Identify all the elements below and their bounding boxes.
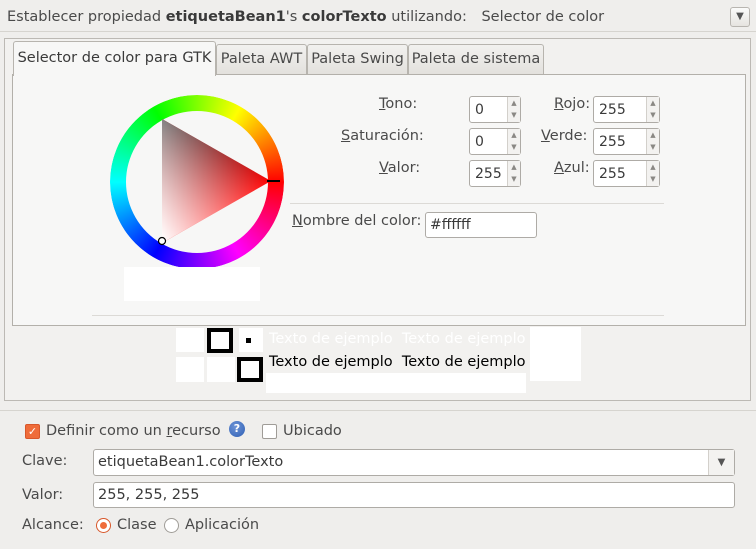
scope-class-label[interactable]: Clase [117, 517, 157, 533]
spin-down-icon[interactable]: ▼ [508, 141, 520, 153]
sample-swatch [239, 328, 263, 352]
spin-down-icon[interactable]: ▼ [647, 173, 659, 185]
spin-up-icon[interactable]: ▲ [647, 97, 659, 109]
value-spinner[interactable]: ▲▼ [469, 160, 521, 187]
divider [0, 410, 756, 411]
spin-up-icon[interactable]: ▲ [508, 97, 520, 109]
color-name-input[interactable] [425, 212, 537, 238]
green-spinner[interactable]: ▲▼ [593, 128, 660, 155]
hue-input[interactable] [470, 97, 508, 122]
resource-value-input[interactable] [93, 482, 735, 508]
hue-label: Tono: [379, 96, 418, 112]
tab-swing-palette[interactable]: Paleta Swing [307, 44, 408, 74]
tab-awt-palette[interactable]: Paleta AWT [216, 44, 307, 74]
red-spinner[interactable]: ▲▼ [593, 96, 660, 123]
blue-input[interactable] [594, 161, 646, 186]
spin-down-icon[interactable]: ▼ [508, 109, 520, 121]
tab-system-palette[interactable]: Paleta de sistema [408, 44, 544, 74]
spin-down-icon[interactable]: ▼ [647, 109, 659, 121]
property-name: colorTexto [301, 9, 387, 25]
sample-text-light: Texto de ejemplo Texto de ejemplo [269, 331, 526, 347]
spin-up-icon[interactable]: ▲ [647, 129, 659, 141]
spin-up-icon[interactable]: ▲ [647, 161, 659, 173]
divider [0, 31, 756, 32]
sample-swatch-large [530, 327, 581, 381]
blue-spinner[interactable]: ▲▼ [593, 160, 660, 187]
color-selector-handle [157, 236, 167, 246]
help-icon[interactable]: ? [229, 421, 245, 437]
sample-swatch [207, 357, 235, 382]
header-possessive: 's [285, 9, 298, 25]
tab-gtk-color-chooser[interactable]: Selector de color para GTK [13, 41, 216, 76]
spin-down-icon[interactable]: ▼ [508, 173, 520, 185]
located-label[interactable]: Ubicado [283, 423, 342, 439]
scope-application-radio[interactable] [164, 518, 179, 533]
header-title: Establecer propiedad etiquetaBean1's col… [7, 9, 604, 25]
scope-class-radio[interactable] [96, 518, 111, 533]
value-field-label: Valor: [22, 487, 64, 503]
key-label: Clave: [22, 453, 68, 469]
saturation-label: Saturación: [341, 128, 424, 144]
hue-spinner[interactable]: ▲▼ [469, 96, 521, 123]
scope-label: Alcance: [22, 517, 84, 533]
define-resource-checkbox[interactable]: ✓ [25, 424, 40, 439]
sample-text-dark: Texto de ejemplo Texto de ejemplo [269, 354, 526, 370]
spin-up-icon[interactable]: ▲ [508, 161, 520, 173]
red-input[interactable] [594, 97, 646, 122]
divider [92, 315, 664, 316]
editor-selector-label[interactable]: Selector de color [481, 9, 604, 25]
key-value: etiquetaBean1.colorTexto [98, 454, 284, 470]
sample-swatch-framed [207, 328, 233, 353]
sample-swatch-framed [237, 357, 263, 382]
saturation-input[interactable] [470, 129, 508, 154]
spin-up-icon[interactable]: ▲ [508, 129, 520, 141]
divider [290, 203, 664, 204]
blue-label: Azul: [554, 160, 590, 176]
color-wheel[interactable] [110, 95, 284, 269]
header-suffix: utilizando: [391, 9, 467, 25]
check-icon: ✓ [27, 425, 38, 438]
green-input[interactable] [594, 129, 646, 154]
saturation-spinner[interactable]: ▲▼ [469, 128, 521, 155]
color-name-label: Nombre del color: [292, 213, 422, 229]
sample-text-background [266, 373, 526, 393]
header-prefix: Establecer propiedad [7, 9, 162, 25]
chevron-down-icon[interactable]: ▼ [708, 450, 734, 475]
green-label: Verde: [541, 128, 588, 144]
chevron-down-icon: ▼ [736, 11, 744, 22]
bean-name: etiquetaBean1 [165, 9, 286, 25]
value-input[interactable] [470, 161, 508, 186]
red-label: Rojo: [554, 96, 591, 112]
located-checkbox[interactable] [262, 424, 277, 439]
sample-swatch [176, 328, 204, 352]
sample-swatch [176, 357, 204, 382]
value-label: Valor: [379, 160, 421, 176]
key-combo[interactable]: etiquetaBean1.colorTexto ▼ [93, 449, 735, 476]
current-color-preview [124, 267, 260, 301]
spin-down-icon[interactable]: ▼ [647, 141, 659, 153]
editor-dropdown-button[interactable]: ▼ [730, 7, 750, 27]
define-resource-label[interactable]: Definir como un recurso [46, 423, 221, 439]
scope-application-label[interactable]: Aplicación [185, 517, 259, 533]
